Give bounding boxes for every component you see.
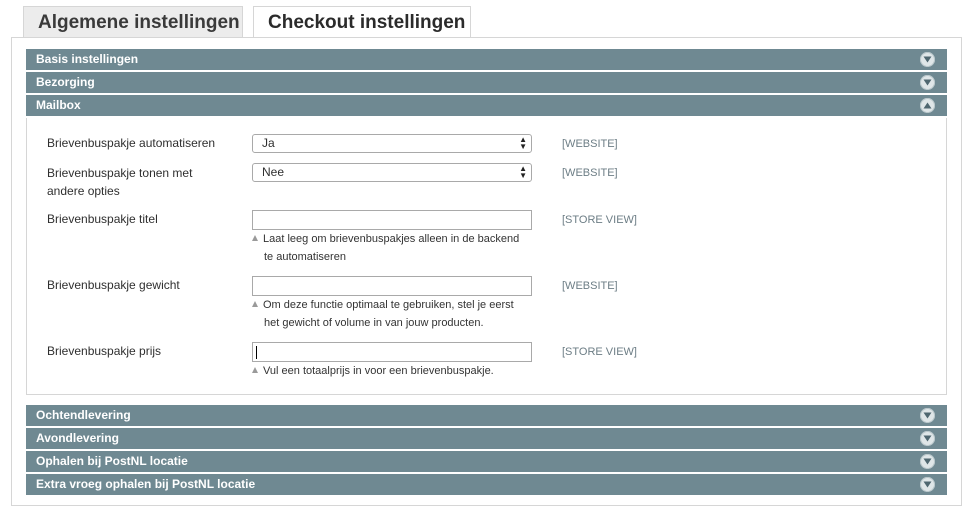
chevron-up-icon[interactable] <box>920 98 935 113</box>
section-label: Avondlevering <box>36 431 119 445</box>
section-extra-vroeg-ophalen[interactable]: Extra vroeg ophalen bij PostNL locatie <box>26 474 947 495</box>
chevron-down-icon[interactable] <box>920 477 935 492</box>
scope-label: [WEBSITE] <box>562 138 618 150</box>
section-label: Mailbox <box>36 98 81 112</box>
section-ochtendlevering[interactable]: Ochtendlevering <box>26 405 947 426</box>
section-label: Basis instellingen <box>36 52 139 66</box>
chevron-down-icon[interactable] <box>920 454 935 469</box>
brievenbuspakje-prijs-input[interactable] <box>252 342 532 362</box>
section-ophalen-postnl[interactable]: Ophalen bij PostNL locatie <box>26 451 947 472</box>
select-value: Nee <box>262 165 285 179</box>
section-bezorging[interactable]: Bezorging <box>26 72 947 93</box>
scope-label: [WEBSITE] <box>562 280 618 292</box>
scope-label: [WEBSITE] <box>562 167 618 179</box>
section-label: Bezorging <box>36 75 95 89</box>
chevron-down-icon[interactable] <box>920 408 935 423</box>
field-label: Brievenbuspakje prijs <box>47 344 162 358</box>
settings-container: Basis instellingen Bezorging Mailbox Bri… <box>11 37 962 506</box>
brievenbuspakje-gewicht-input[interactable] <box>252 276 532 296</box>
section-avondlevering[interactable]: Avondlevering <box>26 428 947 449</box>
triangle-up-icon <box>252 367 258 373</box>
brievenbuspakje-automatiseren-select[interactable]: Ja ▲ ▼ <box>252 134 532 153</box>
chevron-down-icon[interactable] <box>920 75 935 90</box>
select-value: Ja <box>262 136 275 150</box>
tab-algemene-instellingen[interactable]: Algemene instellingen <box>23 6 243 37</box>
select-arrows-icon: ▲ ▼ <box>519 164 527 180</box>
text-caret <box>256 346 257 359</box>
scope-label: [STORE VIEW] <box>562 214 637 226</box>
chevron-down-icon[interactable] <box>920 52 935 67</box>
field-label: Brievenbuspakje tonen met andere opties <box>47 166 193 198</box>
triangle-up-icon <box>252 301 258 307</box>
field-note: Laat leeg om brievenbuspakjes alleen in … <box>252 230 537 266</box>
triangle-up-icon <box>252 235 258 241</box>
field-note: Om deze functie optimaal te gebruiken, s… <box>252 296 537 332</box>
field-label: Brievenbuspakje titel <box>47 212 158 226</box>
section-basis-instellingen[interactable]: Basis instellingen <box>26 49 947 70</box>
mailbox-panel: Brievenbuspakje automatiseren Ja ▲ ▼ [WEB… <box>26 118 947 395</box>
tab-checkout-instellingen[interactable]: Checkout instellingen <box>253 6 471 39</box>
section-label: Ophalen bij PostNL locatie <box>36 454 188 468</box>
section-label: Ochtendlevering <box>36 408 131 422</box>
field-label: Brievenbuspakje automatiseren <box>47 136 216 150</box>
brievenbuspakje-titel-input[interactable] <box>252 210 532 230</box>
field-note: Vul een totaalprijs in voor een brievenb… <box>252 362 537 380</box>
chevron-down-icon[interactable] <box>920 431 935 446</box>
scope-label: [STORE VIEW] <box>562 346 637 358</box>
select-arrows-icon: ▲ ▼ <box>519 135 527 151</box>
brievenbuspakje-tonen-select[interactable]: Nee ▲ ▼ <box>252 163 532 182</box>
section-mailbox[interactable]: Mailbox <box>26 95 947 116</box>
section-label: Extra vroeg ophalen bij PostNL locatie <box>36 477 256 491</box>
field-label: Brievenbuspakje gewicht <box>47 278 180 292</box>
